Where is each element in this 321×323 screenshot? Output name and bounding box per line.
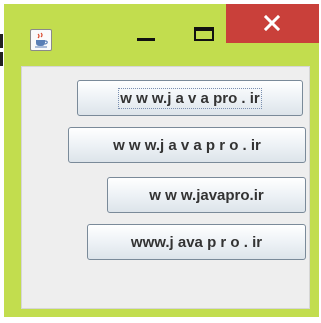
- minimize-button[interactable]: [128, 12, 168, 46]
- url-button-4-label: www.j ava p r o . ir: [130, 233, 263, 251]
- left-edge-mark: [0, 52, 3, 66]
- minimize-icon: [137, 38, 155, 41]
- url-button-3[interactable]: w w w.javapro.ir: [107, 177, 306, 213]
- url-button-2-label: w w w.j a v a p r o . ir: [113, 136, 261, 154]
- maximize-icon: [194, 27, 214, 41]
- java-coffee-cup-icon[interactable]: [30, 29, 52, 51]
- maximize-button[interactable]: [182, 12, 222, 46]
- close-button[interactable]: [226, 4, 319, 43]
- left-edge-mark: [0, 34, 3, 48]
- url-button-1-label: w w w.j a v a pro . ir: [118, 87, 262, 109]
- url-button-2[interactable]: w w w.j a v a p r o . ir: [68, 127, 306, 163]
- close-icon: [264, 15, 280, 31]
- url-button-1[interactable]: w w w.j a v a pro . ir: [77, 80, 303, 116]
- title-bar[interactable]: [4, 4, 319, 60]
- url-button-3-label: w w w.javapro.ir: [149, 186, 264, 204]
- url-button-4[interactable]: www.j ava p r o . ir: [87, 224, 306, 260]
- content-panel: w w w.j a v a pro . ir w w w.j a v a p r…: [21, 66, 310, 309]
